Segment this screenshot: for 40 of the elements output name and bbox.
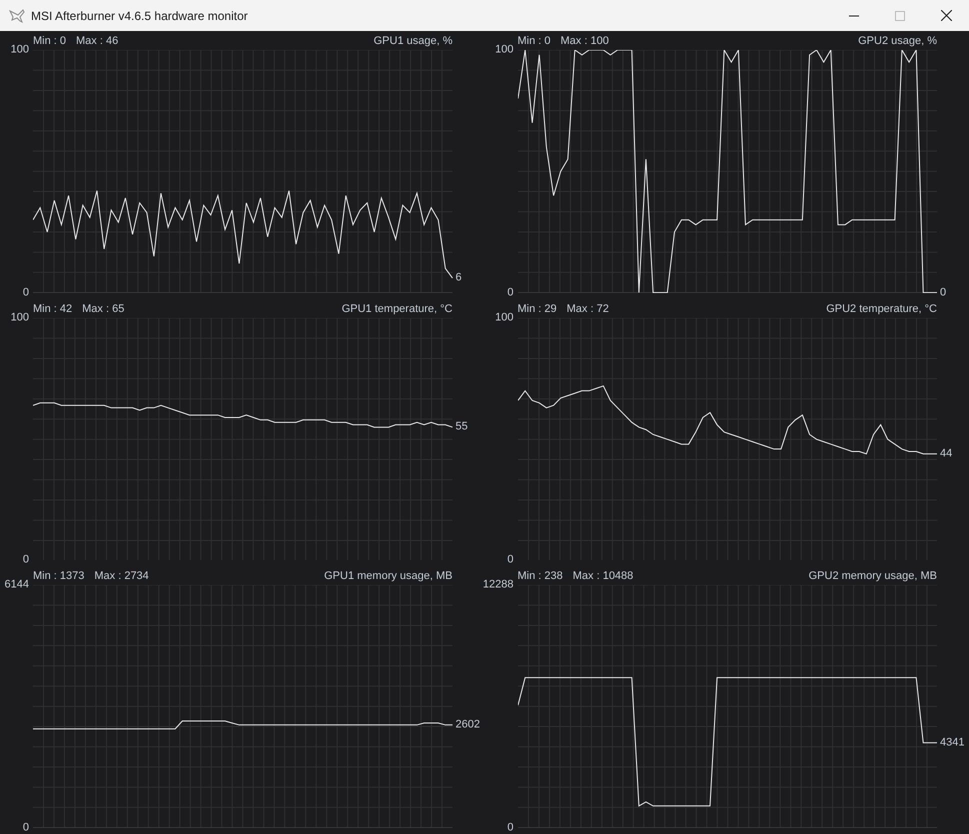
- y-tick-label: 0: [22, 554, 29, 566]
- max-reading: Max : 100: [560, 36, 609, 47]
- current-value: 44: [940, 448, 952, 460]
- min-reading: Min : 1373: [33, 571, 84, 582]
- min-reading: Min : 42: [33, 304, 72, 315]
- current-value: 4341: [940, 738, 964, 749]
- current-value: 6: [456, 272, 462, 284]
- y-tick-label: 0: [22, 822, 29, 834]
- maximize-icon: [895, 10, 905, 20]
- graph-title: GPU1 temperature, °C: [342, 304, 452, 315]
- window-title: MSI Afterburner v4.6.5 hardware monitor: [31, 8, 248, 24]
- y-tick-label: 100: [495, 44, 514, 56]
- close-icon: [940, 10, 952, 21]
- y-tick-label: 0: [507, 287, 514, 298]
- current-value: 55: [456, 421, 468, 432]
- y-tick-label: 6144: [4, 580, 29, 591]
- y-tick-label: 12288: [482, 580, 514, 591]
- graph-title: GPU2 temperature, °C: [826, 304, 937, 315]
- graph-title: GPU1 memory usage, MB: [324, 571, 452, 582]
- max-reading: Max : 72: [566, 304, 609, 315]
- min-reading: Min : 29: [518, 304, 557, 315]
- y-tick-label: 0: [507, 822, 514, 834]
- y-tick-label: 100: [10, 312, 29, 324]
- graph-title: GPU2 memory usage, MB: [808, 571, 937, 582]
- min-reading: Min : 0: [33, 36, 66, 47]
- y-tick-label: 0: [22, 287, 29, 298]
- current-value: 0: [940, 287, 946, 298]
- max-reading: Max : 46: [76, 36, 118, 47]
- max-reading: Max : 2734: [94, 571, 149, 582]
- y-tick-label: 100: [495, 312, 514, 324]
- min-reading: Min : 238: [518, 571, 563, 582]
- y-tick-label: 100: [10, 44, 29, 56]
- current-value: 2602: [456, 720, 480, 731]
- graph-title: GPU1 usage, %: [374, 36, 452, 47]
- min-reading: Min : 0: [518, 36, 551, 47]
- max-reading: Max : 65: [82, 304, 124, 315]
- y-tick-label: 0: [507, 554, 514, 566]
- plane-icon: [9, 8, 25, 22]
- graph-title: GPU2 usage, %: [858, 36, 937, 47]
- max-reading: Max : 10488: [572, 571, 634, 582]
